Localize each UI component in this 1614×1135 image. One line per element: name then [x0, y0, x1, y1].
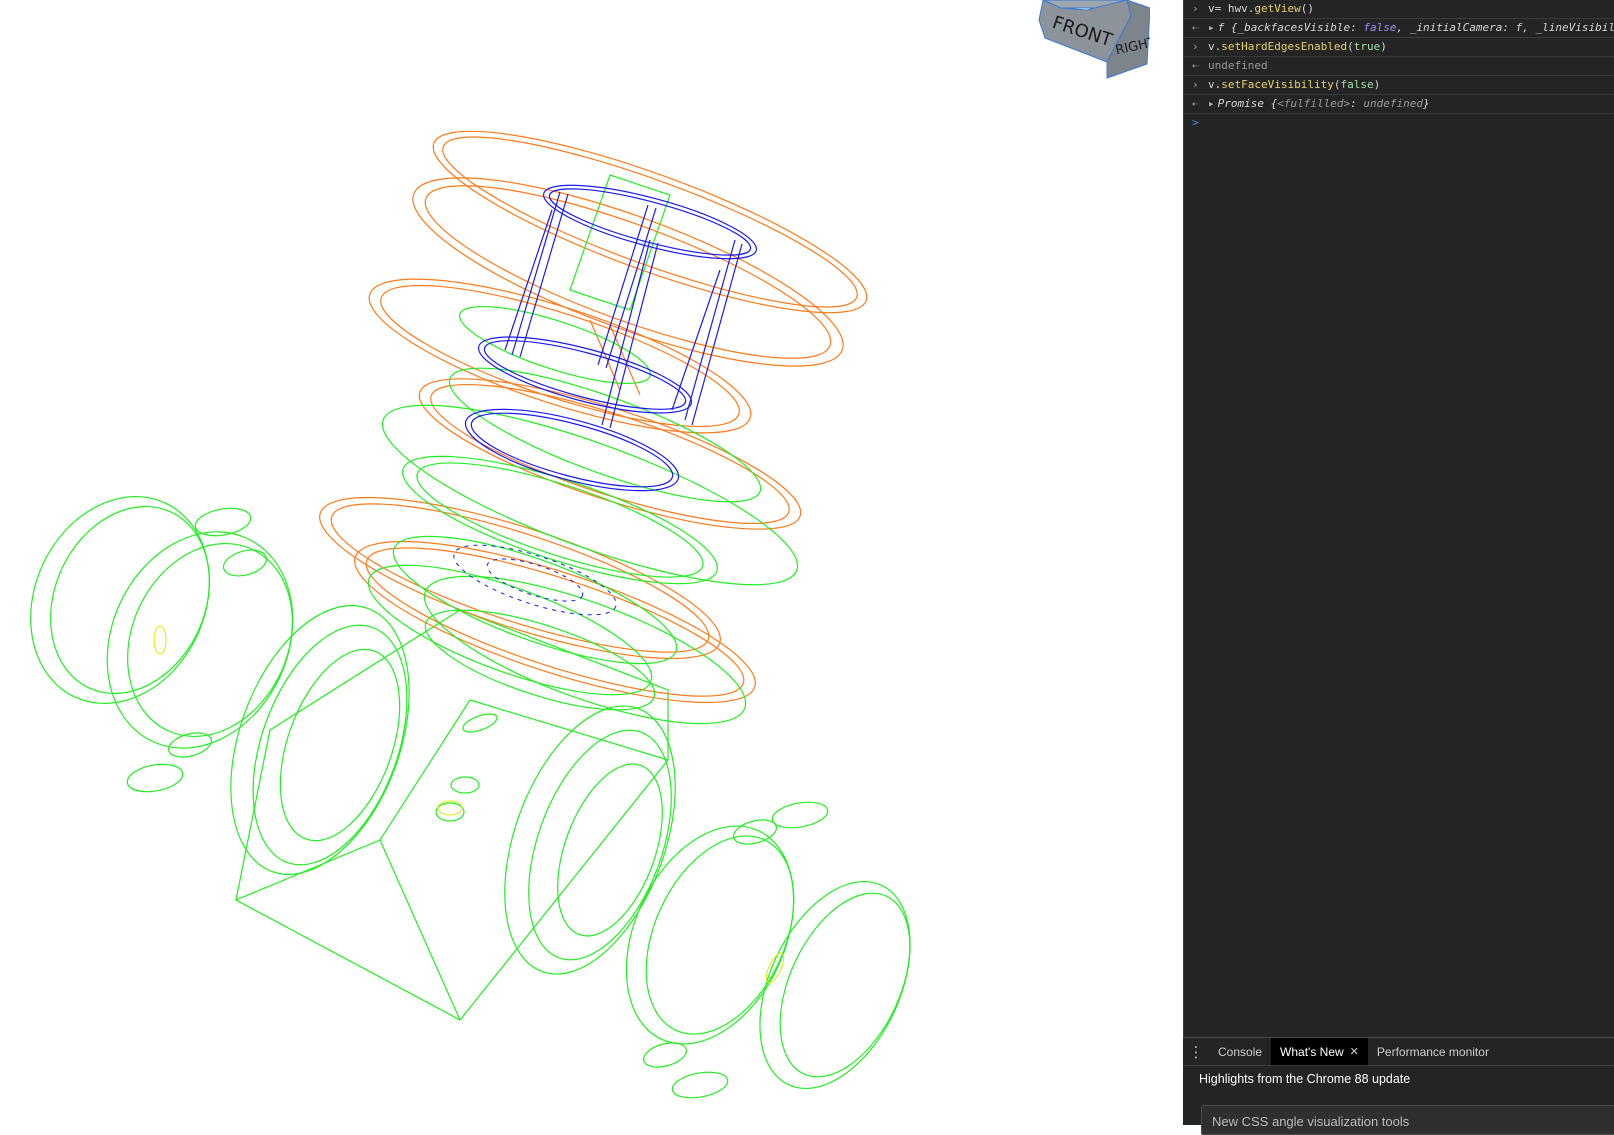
console-function: setFaceVisibility [1221, 78, 1334, 91]
console-boolean: false [1340, 78, 1374, 91]
console-text: v. [1208, 40, 1222, 53]
left-flange [30, 495, 294, 793]
output-return-icon: ⇠ [1192, 59, 1199, 72]
right-flange [625, 801, 911, 1099]
console-text: ) [1380, 40, 1387, 53]
console-function: setHardEdgesEnabled [1221, 40, 1348, 53]
console-log: › v= hwv.getView() ⇠ ▸ f {_backfacesVisib… [1184, 0, 1614, 132]
console-prompt[interactable]: > [1184, 114, 1614, 132]
3d-viewport[interactable]: FRONT RIGHT [0, 0, 1183, 1124]
left-flange-detail [153, 625, 167, 655]
tab-console[interactable]: Console [1209, 1038, 1271, 1065]
console-promise: } [1422, 97, 1430, 110]
whats-new-card[interactable]: New CSS angle visualization tools [1201, 1105, 1614, 1135]
console-object-preview: , _initialCamera: f, _lineVisibili [1396, 21, 1614, 34]
console-input-row[interactable]: › v= hwv.getView() [1184, 0, 1614, 19]
console-boolean: true [1353, 40, 1381, 53]
console-promise: Promise { [1217, 97, 1278, 110]
tab-whats-new[interactable]: What's New ✕ [1271, 1038, 1368, 1065]
tab-label: Performance monitor [1376, 1044, 1489, 1059]
console-text: ) [1373, 78, 1381, 91]
drawer-tab-bar: ⋮ Console What's New ✕ Performance monit… [1183, 1038, 1614, 1066]
right-flange-detail [765, 952, 785, 984]
console-function: getView [1254, 2, 1301, 15]
console-undefined: undefined [1363, 97, 1423, 110]
console-object-preview: f {_backfacesVisible: [1217, 21, 1364, 34]
stem-assembly [464, 184, 758, 492]
console-input-row[interactable]: › v.setFaceVisibility(false) [1184, 76, 1614, 95]
input-chevron-icon: › [1192, 40, 1199, 53]
kebab-menu-icon[interactable]: ⋮ [1183, 1038, 1209, 1065]
console-undefined: undefined [1208, 59, 1268, 72]
console-promise-state: <fulfilled> [1277, 97, 1351, 110]
seal-rings [319, 130, 868, 704]
devtools-drawer: ⋮ Console What's New ✕ Performance monit… [1183, 1037, 1614, 1135]
whats-new-card-title: New CSS angle visualization tools [1212, 1114, 1410, 1129]
navigation-cube[interactable]: FRONT RIGHT [1035, 0, 1150, 82]
console-output-row[interactable]: ⇠ undefined [1184, 57, 1614, 76]
expand-triangle-icon[interactable]: ▸ [1208, 21, 1215, 34]
prompt-chevron-icon: > [1192, 116, 1199, 129]
console-output-row[interactable]: ⇠ ▸ Promise {<fulfilled>: undefined} [1184, 95, 1614, 114]
console-text: v. [1208, 78, 1222, 91]
close-icon[interactable]: ✕ [1350, 1045, 1359, 1058]
output-return-icon: ⇠ [1192, 21, 1199, 34]
input-chevron-icon: › [1192, 78, 1199, 91]
console-text: v= hwv. [1208, 2, 1255, 15]
console-input-row[interactable]: › v.setHardEdgesEnabled(true) [1184, 38, 1614, 57]
console-text: ( [1347, 40, 1354, 53]
tab-label: Console [1218, 1044, 1263, 1059]
devtools-console-panel[interactable]: › v= hwv.getView() ⇠ ▸ f {_backfacesVisib… [1183, 0, 1614, 1124]
expand-triangle-icon[interactable]: ▸ [1208, 97, 1215, 110]
tab-performance-monitor[interactable]: Performance monitor [1368, 1038, 1498, 1065]
console-boolean: false [1363, 21, 1397, 34]
console-output-row[interactable]: ⇠ ▸ f {_backfacesVisible: false, _initial… [1184, 19, 1614, 38]
whats-new-heading: Highlights from the Chrome 88 update [1199, 1072, 1411, 1086]
wireframe-model[interactable] [0, 0, 1183, 1124]
console-promise: : [1350, 97, 1364, 110]
tab-label: What's New [1280, 1044, 1344, 1059]
input-chevron-icon: › [1192, 2, 1199, 15]
console-text: () [1300, 2, 1314, 15]
output-return-icon: ⇠ [1192, 97, 1199, 110]
